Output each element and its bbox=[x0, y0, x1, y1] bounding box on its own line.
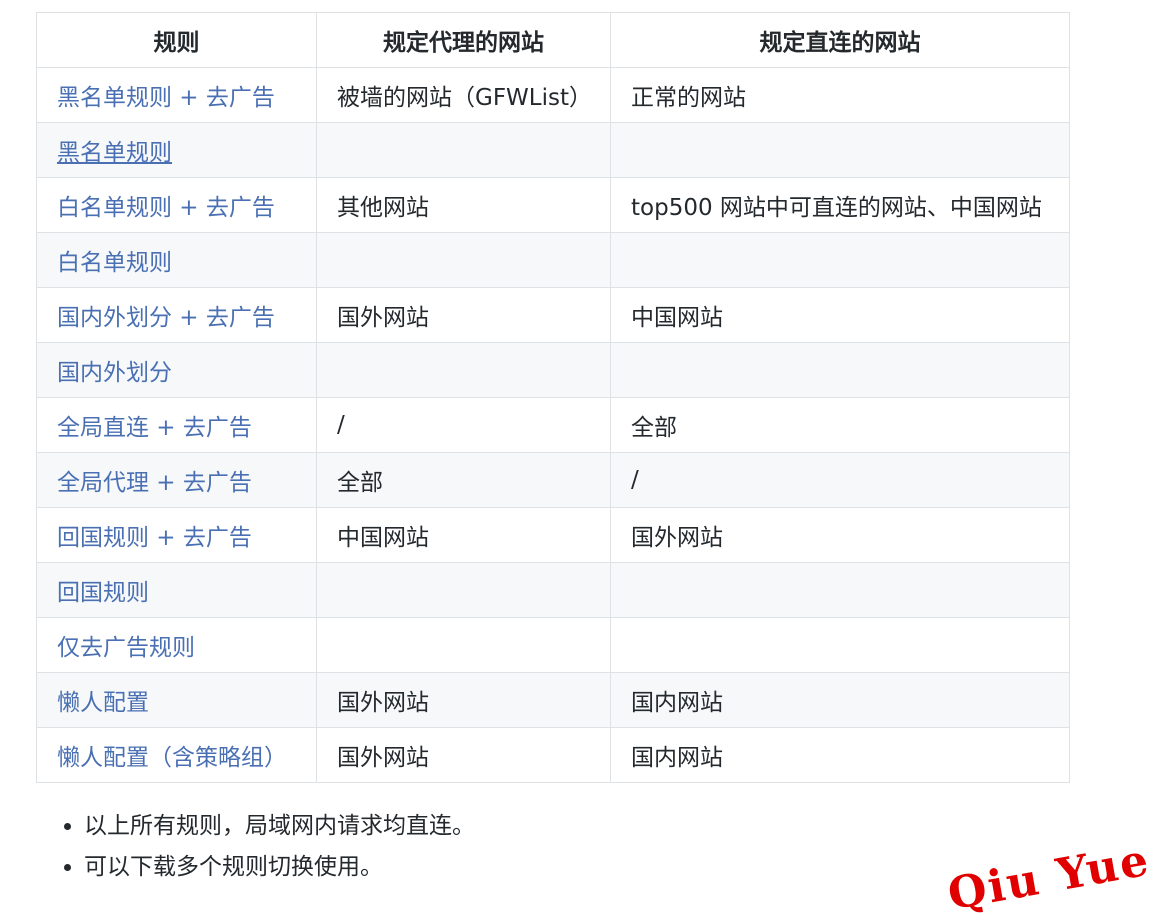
rule-link[interactable]: 全局代理 + 去广告 bbox=[57, 470, 252, 496]
rule-cell: 黑名单规则 + 去广告 bbox=[36, 67, 317, 123]
rule-cell: 白名单规则 + 去广告 bbox=[36, 177, 317, 233]
rule-cell: 白名单规则 bbox=[36, 232, 317, 288]
rule-cell: 懒人配置 bbox=[36, 672, 317, 728]
rule-cell: 回国规则 bbox=[36, 562, 317, 618]
table-row: 全局直连 + 去广告 / 全部 bbox=[36, 397, 1070, 453]
rule-cell: 全局代理 + 去广告 bbox=[36, 452, 317, 508]
header-rule: 规则 bbox=[36, 12, 317, 68]
rule-link[interactable]: 懒人配置 bbox=[57, 690, 149, 716]
rule-cell: 仅去广告规则 bbox=[36, 617, 317, 673]
rule-cell: 国内外划分 bbox=[36, 342, 317, 398]
direct-cell: 国内网站 bbox=[610, 672, 1070, 728]
proxy-cell bbox=[316, 562, 611, 618]
rule-link[interactable]: 黑名单规则 bbox=[57, 140, 172, 166]
rule-link[interactable]: 回国规则 + 去广告 bbox=[57, 525, 252, 551]
direct-cell bbox=[610, 617, 1070, 673]
table-header-row: 规则 规定代理的网站 规定直连的网站 bbox=[36, 12, 1070, 68]
direct-cell: 正常的网站 bbox=[610, 67, 1070, 123]
rules-table-container: 规则 规定代理的网站 规定直连的网站 黑名单规则 + 去广告 被墙的网站（GFW… bbox=[36, 12, 1070, 783]
rule-link[interactable]: 白名单规则 + 去广告 bbox=[57, 195, 275, 221]
header-proxy-sites: 规定代理的网站 bbox=[316, 12, 611, 68]
rule-link[interactable]: 懒人配置（含策略组） bbox=[57, 745, 287, 771]
list-item: 可以下载多个规则切换使用。 bbox=[84, 847, 475, 888]
proxy-cell bbox=[316, 617, 611, 673]
rule-link[interactable]: 黑名单规则 + 去广告 bbox=[57, 85, 275, 111]
direct-cell: top500 网站中可直连的网站、中国网站 bbox=[610, 177, 1070, 233]
direct-cell: 国内网站 bbox=[610, 727, 1070, 783]
rule-link[interactable]: 全局直连 + 去广告 bbox=[57, 415, 252, 441]
list-item: 以上所有规则，局域网内请求均直连。 bbox=[84, 806, 475, 847]
table-row: 黑名单规则 + 去广告 被墙的网站（GFWList） 正常的网站 bbox=[36, 67, 1070, 123]
header-direct-sites: 规定直连的网站 bbox=[610, 12, 1070, 68]
direct-cell: 中国网站 bbox=[610, 287, 1070, 343]
notes-list: 以上所有规则，局域网内请求均直连。 可以下载多个规则切换使用。 bbox=[36, 806, 475, 888]
rule-link[interactable]: 仅去广告规则 bbox=[57, 635, 195, 661]
table-row: 国内外划分 bbox=[36, 342, 1070, 398]
rule-cell: 黑名单规则 bbox=[36, 122, 317, 178]
table-row: 懒人配置 国外网站 国内网站 bbox=[36, 672, 1070, 728]
proxy-cell: / bbox=[316, 397, 611, 453]
proxy-cell: 国外网站 bbox=[316, 727, 611, 783]
table-row: 全局代理 + 去广告 全部 / bbox=[36, 452, 1070, 508]
table-row: 国内外划分 + 去广告 国外网站 中国网站 bbox=[36, 287, 1070, 343]
direct-cell bbox=[610, 122, 1070, 178]
watermark: Qiu Yue bbox=[944, 834, 1154, 920]
direct-cell: 全部 bbox=[610, 397, 1070, 453]
table-row: 回国规则 + 去广告 中国网站 国外网站 bbox=[36, 507, 1070, 563]
proxy-cell: 被墙的网站（GFWList） bbox=[316, 67, 611, 123]
rule-link[interactable]: 国内外划分 bbox=[57, 360, 172, 386]
proxy-cell bbox=[316, 342, 611, 398]
rule-link[interactable]: 国内外划分 + 去广告 bbox=[57, 305, 275, 331]
proxy-cell bbox=[316, 122, 611, 178]
direct-cell: 国外网站 bbox=[610, 507, 1070, 563]
direct-cell bbox=[610, 232, 1070, 288]
table-row: 仅去广告规则 bbox=[36, 617, 1070, 673]
rule-link[interactable]: 回国规则 bbox=[57, 580, 149, 606]
proxy-cell: 中国网站 bbox=[316, 507, 611, 563]
direct-cell bbox=[610, 342, 1070, 398]
table-row: 回国规则 bbox=[36, 562, 1070, 618]
proxy-cell bbox=[316, 232, 611, 288]
table-row: 白名单规则 bbox=[36, 232, 1070, 288]
rule-cell: 全局直连 + 去广告 bbox=[36, 397, 317, 453]
proxy-cell: 全部 bbox=[316, 452, 611, 508]
proxy-cell: 国外网站 bbox=[316, 672, 611, 728]
rule-cell: 懒人配置（含策略组） bbox=[36, 727, 317, 783]
rules-table: 规则 规定代理的网站 规定直连的网站 黑名单规则 + 去广告 被墙的网站（GFW… bbox=[36, 12, 1070, 783]
table-row: 白名单规则 + 去广告 其他网站 top500 网站中可直连的网站、中国网站 bbox=[36, 177, 1070, 233]
direct-cell: / bbox=[610, 452, 1070, 508]
proxy-cell: 国外网站 bbox=[316, 287, 611, 343]
rule-cell: 国内外划分 + 去广告 bbox=[36, 287, 317, 343]
rule-cell: 回国规则 + 去广告 bbox=[36, 507, 317, 563]
direct-cell bbox=[610, 562, 1070, 618]
rule-link[interactable]: 白名单规则 bbox=[57, 250, 172, 276]
table-row: 懒人配置（含策略组） 国外网站 国内网站 bbox=[36, 727, 1070, 783]
table-row: 黑名单规则 bbox=[36, 122, 1070, 178]
proxy-cell: 其他网站 bbox=[316, 177, 611, 233]
